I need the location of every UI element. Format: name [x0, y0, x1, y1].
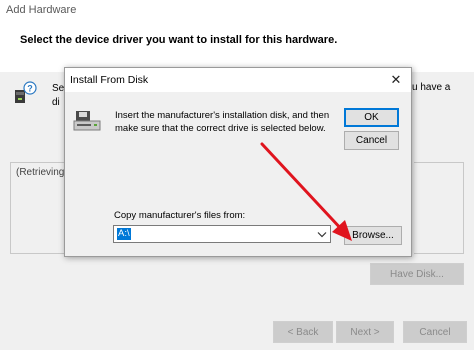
hardware-help-icon: ?	[15, 81, 37, 103]
dialog-message: Insert the manufacturer's installation d…	[115, 110, 330, 134]
ok-button[interactable]: OK	[344, 108, 399, 127]
wizard-heading: Select the device driver you want to ins…	[20, 34, 338, 46]
path-combobox[interactable]: A:\	[113, 225, 331, 243]
svg-text:?: ?	[27, 84, 33, 94]
dialog-cancel-button[interactable]: Cancel	[344, 131, 399, 150]
driver-list-right-edge	[414, 162, 464, 254]
install-from-disk-dialog: Install From Disk ✕ Insert the manufactu…	[64, 67, 412, 257]
wizard-description-right: u have a	[412, 82, 451, 93]
wizard-title: Add Hardware	[6, 4, 77, 16]
have-disk-button[interactable]: Have Disk...	[370, 263, 464, 285]
dialog-titlebar: Install From Disk ✕	[65, 68, 411, 92]
driver-list-status: (Retrieving	[16, 167, 64, 178]
copy-files-label: Copy manufacturer's files from:	[114, 210, 246, 221]
floppy-drive-icon	[73, 111, 101, 131]
path-value: A:\	[117, 228, 131, 240]
close-icon[interactable]: ✕	[385, 70, 407, 90]
browse-button[interactable]: Browse...	[344, 226, 402, 245]
dialog-title: Install From Disk	[70, 74, 149, 86]
driver-list[interactable]: (Retrieving	[10, 162, 64, 254]
back-button[interactable]: < Back	[273, 321, 333, 343]
chevron-down-icon[interactable]	[316, 229, 328, 240]
wizard-cancel-button[interactable]: Cancel	[403, 321, 467, 343]
next-button[interactable]: Next >	[336, 321, 394, 343]
